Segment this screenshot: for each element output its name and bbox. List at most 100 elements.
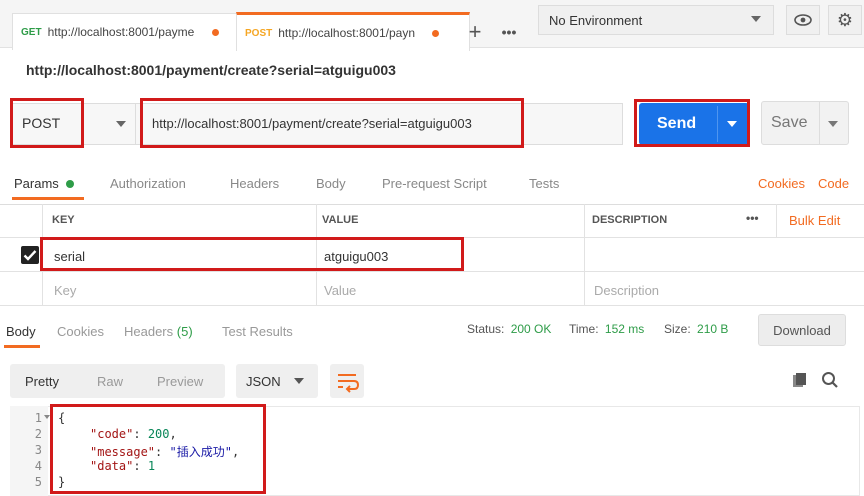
chevron-down-icon	[751, 16, 761, 22]
response-time: Time: 152 ms	[569, 322, 644, 336]
headers-count: (5)	[176, 324, 193, 339]
line-number: 1	[34, 411, 42, 425]
tab-params-label: Params	[14, 176, 59, 191]
status-label: Status:	[467, 322, 505, 336]
params-more-options-icon[interactable]: •••	[746, 211, 759, 225]
divider	[0, 305, 864, 306]
tab-method: POST	[245, 27, 273, 39]
request-name-title: http://localhost:8001/payment/create?ser…	[26, 62, 396, 78]
line-number: 4	[34, 459, 42, 473]
json-key: "message"	[90, 445, 156, 459]
tab-headers[interactable]: Headers	[230, 176, 279, 191]
size-value: 210 B	[697, 322, 729, 336]
param-value[interactable]: atguigu003	[324, 249, 388, 264]
wrap-lines-icon[interactable]	[330, 364, 364, 398]
param-description-placeholder[interactable]: Description	[594, 283, 659, 298]
unsaved-dot-icon	[211, 28, 219, 36]
format-select[interactable]: JSON	[236, 364, 318, 398]
eye-icon[interactable]	[786, 5, 820, 35]
code-line: {	[58, 411, 66, 425]
json-value: 1	[147, 459, 156, 473]
tab-url: http://localhost:8001/payme	[47, 25, 195, 39]
raw-button[interactable]: Raw	[97, 374, 123, 389]
divider	[316, 204, 317, 306]
tab-response-headers-label: Headers	[124, 324, 174, 339]
code-line: "message": "插入成功",	[90, 445, 240, 459]
send-button[interactable]: Send	[639, 103, 749, 145]
size-label: Size:	[664, 322, 691, 336]
line-number: 2	[34, 427, 42, 441]
params-table	[0, 204, 864, 306]
copy-icon[interactable]	[792, 372, 808, 388]
json-key: "data"	[90, 459, 134, 473]
param-key[interactable]: serial	[54, 249, 85, 264]
new-tab-plus-icon[interactable]: +	[460, 18, 490, 46]
save-options-chevron-icon[interactable]	[828, 121, 838, 127]
json-value: 200	[147, 427, 170, 441]
response-size: Size: 210 B	[664, 322, 728, 336]
format-label: JSON	[246, 374, 281, 389]
tab-response-headers[interactable]: Headers (5)	[124, 324, 193, 339]
line-number: 5	[34, 475, 42, 489]
tab-url: http://localhost:8001/payn	[278, 26, 415, 40]
tab-body[interactable]: Body	[316, 176, 346, 191]
active-tab-underline	[12, 197, 84, 200]
save-button[interactable]: Save	[761, 101, 849, 145]
fold-chevron-icon[interactable]	[44, 415, 50, 419]
environment-select[interactable]: No Environment	[538, 5, 774, 35]
method-chevron-down-icon[interactable]	[116, 121, 126, 127]
param-value-placeholder[interactable]: Value	[324, 283, 356, 298]
tab-authorization[interactable]: Authorization	[110, 176, 186, 191]
tab-post-request[interactable]: POST http://localhost:8001/payn	[236, 12, 470, 51]
column-header-description: DESCRIPTION	[592, 214, 668, 226]
environment-label: No Environment	[549, 12, 643, 28]
column-header-key: KEY	[52, 214, 75, 226]
status-value: 200 OK	[510, 322, 552, 336]
divider	[776, 204, 777, 238]
divider	[0, 271, 864, 272]
method-label: POST	[22, 115, 61, 131]
url-text: http://localhost:8001/payment/create?ser…	[152, 116, 472, 131]
response-status: Status: 200 OK	[467, 322, 551, 336]
time-label: Time:	[569, 322, 599, 336]
tab-response-body[interactable]: Body	[6, 324, 36, 339]
json-value: "插入成功"	[169, 445, 232, 459]
format-chevron-down-icon	[294, 378, 304, 384]
tab-method: GET	[21, 26, 42, 38]
pretty-button[interactable]: Pretty	[25, 374, 59, 389]
settings-gear-icon[interactable]: ⚙	[828, 5, 862, 35]
checkmark-icon	[23, 250, 37, 261]
cookies-link[interactable]: Cookies	[758, 176, 805, 191]
divider	[584, 204, 585, 306]
save-label: Save	[771, 114, 808, 131]
time-value: 152 ms	[604, 322, 645, 336]
line-number: 3	[34, 443, 42, 457]
send-options-chevron-icon[interactable]	[727, 121, 737, 127]
param-key-placeholder[interactable]: Key	[54, 283, 76, 298]
tab-prerequest-script[interactable]: Pre-request Script	[382, 176, 487, 191]
preview-button[interactable]: Preview	[157, 374, 203, 389]
send-label: Send	[657, 115, 697, 132]
active-tab-underline	[4, 345, 40, 348]
column-header-value: VALUE	[322, 214, 359, 226]
tab-get-request[interactable]: GET http://localhost:8001/payme	[12, 13, 248, 50]
tab-test-results[interactable]: Test Results	[222, 324, 293, 339]
tab-response-cookies[interactable]: Cookies	[57, 324, 104, 339]
param-checkbox[interactable]	[21, 246, 39, 264]
save-divider	[819, 102, 820, 144]
tab-params[interactable]: Params	[14, 176, 75, 191]
code-link[interactable]: Code	[818, 176, 849, 191]
code-line: }	[58, 475, 66, 489]
tab-options-icon[interactable]: •••	[494, 18, 524, 46]
params-active-dot-icon	[66, 180, 75, 188]
json-key: "code"	[90, 427, 134, 441]
tab-tests[interactable]: Tests	[529, 176, 559, 191]
unsaved-dot-icon	[432, 29, 440, 37]
send-divider	[717, 106, 718, 142]
code-line: "data": 1	[90, 459, 156, 473]
download-button[interactable]: Download	[758, 314, 846, 346]
divider	[0, 237, 864, 238]
divider	[42, 204, 43, 306]
bulk-edit-link[interactable]: Bulk Edit	[789, 213, 840, 228]
search-icon[interactable]	[821, 371, 839, 389]
